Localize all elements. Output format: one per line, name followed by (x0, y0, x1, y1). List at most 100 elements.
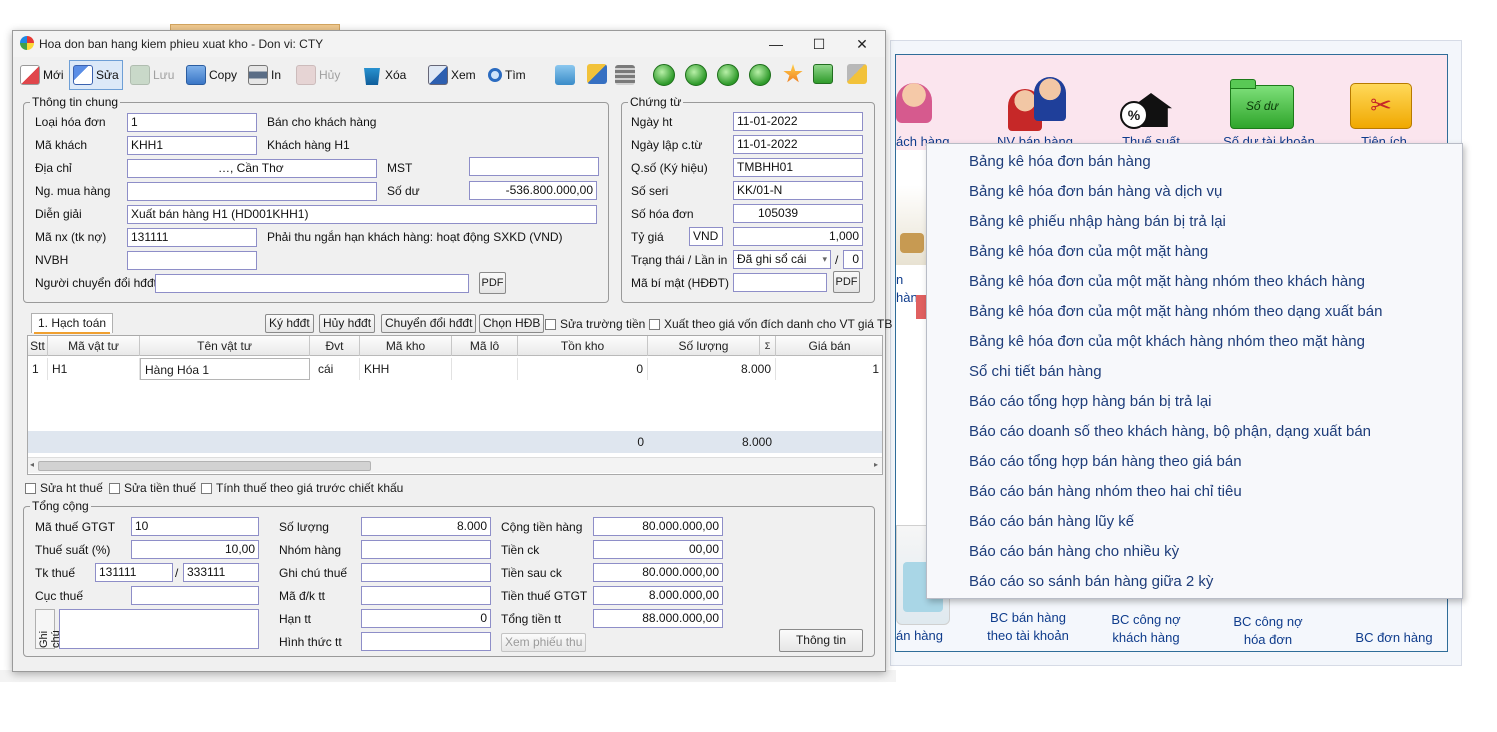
copy-button[interactable]: Copy (183, 60, 240, 90)
first-record-icon[interactable] (653, 64, 675, 86)
favorite-star-icon[interactable] (783, 64, 803, 83)
customer-icon[interactable] (896, 83, 932, 133)
title-bar[interactable]: Hoa don ban hang kiem phieu xuat kho - D… (13, 31, 885, 57)
debit-account-input[interactable]: 131111 (127, 228, 257, 247)
previous-record-icon[interactable] (685, 64, 707, 86)
tax-note-input[interactable] (361, 563, 491, 582)
edit-tax-amount-checkbox[interactable]: Sửa tiền thuế (109, 481, 196, 495)
goods-total-input[interactable]: 80.000.000,00 (593, 517, 723, 536)
cancel-einvoice-button[interactable]: Hủy hđđt (319, 314, 376, 333)
bottom-label-order[interactable]: BC đơn hàng (1346, 629, 1442, 647)
vat-code-input[interactable]: 10 (131, 517, 259, 536)
tab-accounting[interactable]: 1. Hạch toán (31, 313, 114, 334)
scroll-left-icon[interactable]: ◂ (30, 460, 34, 469)
scrollbar-thumb[interactable] (38, 461, 371, 471)
tax-department-input[interactable] (131, 586, 259, 605)
bottom-label-invoice-debt[interactable]: BC công nợ hóa đơn (1216, 613, 1320, 649)
tax-before-discount-checkbox[interactable]: Tính thuế theo giá trước chiết khấu (201, 481, 403, 495)
currency-input[interactable]: VND (689, 227, 723, 246)
serial-input[interactable]: KK/01-N (733, 181, 863, 200)
col-price[interactable]: Giá bán (776, 336, 882, 356)
menu-item-return-summary[interactable]: Báo cáo tổng hợp hàng bán bị trả lại (927, 387, 1462, 417)
cell-stock[interactable]: 0 (518, 358, 648, 380)
col-warehouse[interactable]: Mã kho (360, 336, 452, 356)
col-stt[interactable]: Stt (28, 336, 48, 356)
customer-code-input[interactable]: KHH1 (127, 136, 257, 155)
export-icon[interactable] (813, 64, 833, 84)
buyer-input[interactable] (127, 182, 377, 201)
tax-code-input[interactable] (469, 157, 599, 176)
side-tile-icon[interactable] (896, 185, 928, 265)
cell-price[interactable]: 1 (776, 358, 882, 380)
tax-account-debit-input[interactable]: 131111 (95, 563, 173, 582)
payment-method-input[interactable] (361, 632, 491, 651)
menu-item-return-receipts[interactable]: Bảng kê phiếu nhập hàng bán bị trả lại (927, 207, 1462, 237)
col-item-name[interactable]: Tên vật tư (140, 336, 310, 356)
doc-date-input[interactable]: 11-01-2022 (733, 135, 863, 154)
print-count-input[interactable]: 0 (843, 250, 863, 269)
menu-item-multi-period[interactable]: Báo cáo bán hàng cho nhiều kỳ (927, 537, 1462, 567)
close-button[interactable]: ✕ (847, 35, 877, 53)
col-item-code[interactable]: Mã vật tư (48, 336, 140, 356)
voucher-pdf-button[interactable]: PDF (833, 271, 860, 293)
cell-item-name[interactable]: Hàng Hóa 1 (140, 358, 310, 380)
cell-quantity[interactable]: 8.000 (648, 358, 776, 380)
address-input[interactable]: …, Cần Thơ (127, 159, 377, 178)
scroll-right-icon[interactable]: ▸ (874, 460, 878, 469)
folder-open-icon[interactable] (555, 65, 575, 85)
converter-input[interactable] (155, 274, 469, 293)
menu-item-cumulative[interactable]: Báo cáo bán hàng lũy kế (927, 507, 1462, 537)
menu-item-sales-by-price[interactable]: Báo cáo tổng hợp bán hàng theo giá bán (927, 447, 1462, 477)
menu-item-invoice-by-item[interactable]: Bảng kê hóa đơn của một mặt hàng (927, 237, 1462, 267)
info-button[interactable]: Thông tin (779, 629, 863, 652)
col-quantity[interactable]: Số lượng (648, 336, 760, 356)
cell-lot[interactable] (452, 358, 518, 380)
find-button[interactable]: Tìm (485, 60, 529, 90)
view-button[interactable]: Xem (425, 60, 479, 90)
discount-input[interactable]: 00,00 (593, 540, 723, 559)
menu-item-customer-by-item[interactable]: Bảng kê hóa đơn của một khách hàng nhóm … (927, 327, 1462, 357)
edit-amount-checkbox[interactable]: Sửa trường tiền (545, 317, 645, 331)
save-button[interactable]: Lưu (127, 60, 177, 90)
cell-warehouse[interactable]: KHH (360, 358, 452, 380)
edit-tax-ht-checkbox[interactable]: Sửa ht thuế (25, 481, 103, 495)
invoice-type-input[interactable]: 1 (127, 113, 257, 132)
menu-item-invoice-service-list[interactable]: Bảng kê hóa đơn bán hàng và dịch vụ (927, 177, 1462, 207)
vat-rate-input[interactable]: 10,00 (131, 540, 259, 559)
exchange-rate-input[interactable]: 1,000 (733, 227, 863, 246)
invoice-number-input[interactable]: 105039 (733, 204, 863, 223)
menu-item-item-by-type[interactable]: Bảng kê hóa đơn của một mặt hàng nhóm th… (927, 297, 1462, 327)
cancel-doc-button[interactable]: Hủy (293, 60, 343, 90)
bottom-label-sales[interactable]: án hàng (896, 627, 948, 645)
view-receipt-button[interactable]: Xem phiếu thu (501, 633, 587, 652)
menu-item-sales-ledger[interactable]: Sổ chi tiết bán hàng (927, 357, 1462, 387)
next-record-icon[interactable] (717, 64, 739, 86)
balance-input[interactable]: -536.800.000,00 (469, 181, 597, 200)
note-textarea[interactable] (59, 609, 259, 649)
edit-button[interactable]: Sửa (69, 60, 123, 90)
description-input[interactable]: Xuất bán hàng H1 (HD001KHH1) (127, 205, 597, 224)
book-icon[interactable] (587, 64, 607, 84)
maximize-button[interactable]: ☐ (804, 35, 834, 53)
tax-account-credit-input[interactable]: 333111 (183, 563, 259, 582)
delete-button[interactable]: Xóa (359, 60, 409, 90)
goods-group-input[interactable] (361, 540, 491, 559)
vat-amount-input[interactable]: 8.000.000,00 (593, 586, 723, 605)
menu-item-item-by-customer[interactable]: Bảng kê hóa đơn của một mặt hàng nhóm th… (927, 267, 1462, 297)
balance-folder-icon[interactable]: Số dư (1230, 79, 1296, 129)
convert-einvoice-button[interactable]: Chuyển đổi hđđt (381, 314, 477, 333)
grand-total-input[interactable]: 88.000.000,00 (593, 609, 723, 628)
tax-rate-icon[interactable]: % (1120, 81, 1180, 131)
posting-date-input[interactable]: 11-01-2022 (733, 112, 863, 131)
menu-item-invoice-list[interactable]: Bảng kê hóa đơn bán hàng (927, 147, 1462, 177)
series-input[interactable]: TMBHH01 (733, 158, 863, 177)
export-cost-checkbox[interactable]: Xuất theo giá vốn đích danh cho VT giá T… (649, 317, 892, 331)
salesman-input[interactable] (127, 251, 257, 270)
choose-hdb-button[interactable]: Chọn HĐB (479, 314, 545, 333)
calculator-icon[interactable] (615, 65, 635, 85)
after-discount-input[interactable]: 80.000.000,00 (593, 563, 723, 582)
col-sigma[interactable]: Σ (760, 336, 776, 356)
payment-terms-input[interactable] (361, 586, 491, 605)
status-select[interactable]: Đã ghi sổ cái ▾ (733, 250, 831, 269)
bottom-label-customer-debt[interactable]: BC công nợ khách hàng (1096, 611, 1196, 647)
